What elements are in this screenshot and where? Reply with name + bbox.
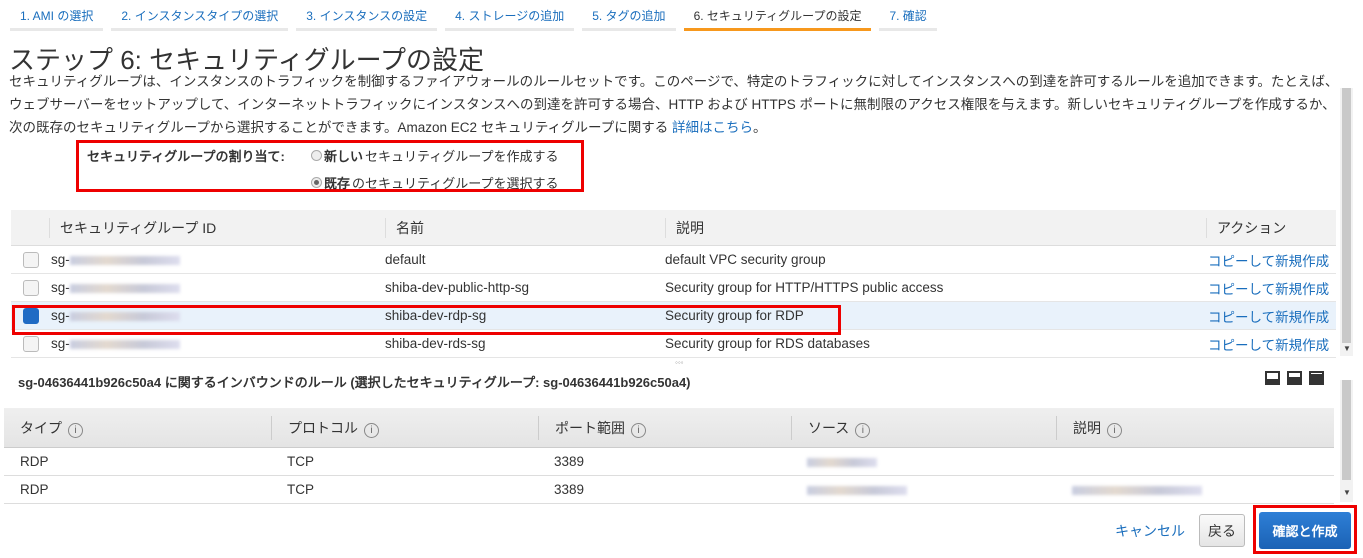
selected-row-highlight xyxy=(12,305,841,335)
table-row[interactable]: sg- default default VPC security group コ… xyxy=(11,246,1336,274)
radio-select-existing[interactable]: 既存 のセキュリティグループを選択する xyxy=(311,173,558,192)
info-icon[interactable]: i xyxy=(631,422,646,438)
rule-description xyxy=(1056,482,1334,497)
sg-description: default VPC security group xyxy=(665,252,826,267)
copy-to-new-link[interactable]: コピーして新規作成 xyxy=(1208,310,1329,325)
sg-description: Security group for RDS databases xyxy=(665,336,870,351)
step-tab-3[interactable]: 3. インスタンスの設定 xyxy=(296,0,438,31)
option-bold: 新しい xyxy=(324,149,364,164)
radio-icon-selected[interactable] xyxy=(311,177,322,188)
col-id[interactable]: セキュリティグループ ID xyxy=(49,217,385,238)
sg-id: sg- xyxy=(49,280,385,295)
panel-size-controls xyxy=(1265,371,1324,385)
option-label: セキュリティグループを作成する xyxy=(365,149,559,164)
table-scrollbar[interactable]: ▼ xyxy=(1340,88,1353,356)
scroll-down-icon[interactable]: ▼ xyxy=(1343,488,1351,497)
rules-header: タイプ i プロトコル i ポート範囲 i ソース i 説明 i xyxy=(4,408,1334,448)
sg-name: shiba-dev-public-http-sg xyxy=(385,280,530,295)
col-action: アクション xyxy=(1206,217,1336,238)
rule-row: RDP TCP 3389 xyxy=(4,448,1334,476)
wizard-steps: 1. AMI の選択 2. インスタンスタイプの選択 3. インスタンスの設定 … xyxy=(10,0,937,31)
rule-port: 3389 xyxy=(554,482,585,497)
option-bold: 既存 xyxy=(324,176,351,191)
rule-source xyxy=(791,454,1056,469)
redacted-id xyxy=(69,339,180,349)
col-desc[interactable]: 説明 xyxy=(665,217,1206,238)
info-icon[interactable]: i xyxy=(364,422,379,438)
panel-minimize-icon[interactable] xyxy=(1265,371,1280,385)
learn-more-link[interactable]: 詳細はこちら xyxy=(672,120,753,135)
table-row[interactable]: sg- shiba-dev-public-http-sg Security gr… xyxy=(11,274,1336,302)
col-port: ポート範囲 i xyxy=(538,415,791,440)
row-checkbox[interactable] xyxy=(23,251,39,268)
col-protocol: プロトコル i xyxy=(271,415,538,440)
panel-half-icon[interactable] xyxy=(1287,371,1302,385)
copy-to-new-link[interactable]: コピーして新規作成 xyxy=(1208,254,1329,269)
copy-to-new-link[interactable]: コピーして新規作成 xyxy=(1208,282,1329,297)
assignment-label: セキュリティグループの割り当て: xyxy=(87,149,285,164)
step-tab-5[interactable]: 5. タグの追加 xyxy=(582,0,676,31)
col-type: タイプ i xyxy=(4,416,271,440)
panel-maximize-icon[interactable] xyxy=(1309,371,1324,385)
rule-type: RDP xyxy=(20,482,49,497)
inbound-rules-table: タイプ i プロトコル i ポート範囲 i ソース i 説明 i RDP TCP 3389… xyxy=(4,408,1334,504)
redacted-source xyxy=(807,457,877,467)
inbound-rules-title: sg-04636441b926c50a4 に関するインバウンドのルール (選択し… xyxy=(18,375,691,390)
sg-id: sg- xyxy=(49,336,385,351)
radio-create-new[interactable]: 新しい セキュリティグループを作成する xyxy=(311,146,558,165)
sg-name: default xyxy=(385,252,426,267)
rule-protocol: TCP xyxy=(287,482,314,497)
redacted-id xyxy=(69,283,180,293)
step-tab-1[interactable]: 1. AMI の選択 xyxy=(10,0,104,31)
rule-type: RDP xyxy=(20,454,49,469)
sg-assignment: セキュリティグループの割り当て: 新しい セキュリティグループを作成する 既存 のセ… xyxy=(76,140,584,192)
rule-port: 3389 xyxy=(554,454,585,469)
col-description: 説明 i xyxy=(1056,415,1334,440)
info-icon[interactable]: i xyxy=(855,422,871,438)
step-tab-7[interactable]: 7. 確認 xyxy=(879,0,937,31)
row-checkbox[interactable] xyxy=(23,335,39,352)
sg-id: sg- xyxy=(49,252,385,267)
rule-row: RDP TCP 3389 xyxy=(4,476,1334,504)
col-name[interactable]: 名前 xyxy=(385,217,665,238)
sg-description: Security group for HTTP/HTTPS public acc… xyxy=(665,280,944,295)
page-description: セキュリティグループは、インスタンスのトラフィックを制御するファイアウォールのル… xyxy=(9,74,1339,135)
step-tab-6[interactable]: 6. セキュリティグループの設定 xyxy=(683,0,872,31)
rules-scrollbar[interactable]: ▼ xyxy=(1340,380,1353,502)
col-source: ソース i xyxy=(791,415,1056,440)
info-icon[interactable]: i xyxy=(68,422,83,438)
scroll-down-icon[interactable]: ▼ xyxy=(1343,344,1351,353)
table-header: セキュリティグループ ID 名前 説明 アクション xyxy=(11,210,1336,246)
row-checkbox[interactable] xyxy=(23,279,39,296)
security-group-table: セキュリティグループ ID 名前 説明 アクション sg- default de… xyxy=(11,210,1336,358)
cancel-button[interactable]: キャンセル xyxy=(1115,521,1185,541)
redacted-id xyxy=(69,255,180,265)
review-and-launch-button[interactable]: 確認と作成 xyxy=(1259,512,1351,549)
copy-to-new-link[interactable]: コピーして新規作成 xyxy=(1208,338,1329,353)
redacted-description xyxy=(1072,485,1202,495)
step-tab-2[interactable]: 2. インスタンスタイプの選択 xyxy=(111,0,289,31)
info-icon[interactable]: i xyxy=(1107,422,1122,438)
rule-protocol: TCP xyxy=(287,454,314,469)
resize-handle-icon[interactable]: ◦◦◦ xyxy=(675,358,684,367)
back-button[interactable]: 戻る xyxy=(1199,514,1245,547)
option-label: のセキュリティグループを選択する xyxy=(352,176,559,191)
step-tab-4[interactable]: 4. ストレージの追加 xyxy=(445,0,575,31)
radio-icon[interactable] xyxy=(311,150,322,161)
rule-source xyxy=(791,482,1056,497)
sg-name: shiba-dev-rds-sg xyxy=(385,336,486,351)
redacted-source xyxy=(807,485,907,495)
